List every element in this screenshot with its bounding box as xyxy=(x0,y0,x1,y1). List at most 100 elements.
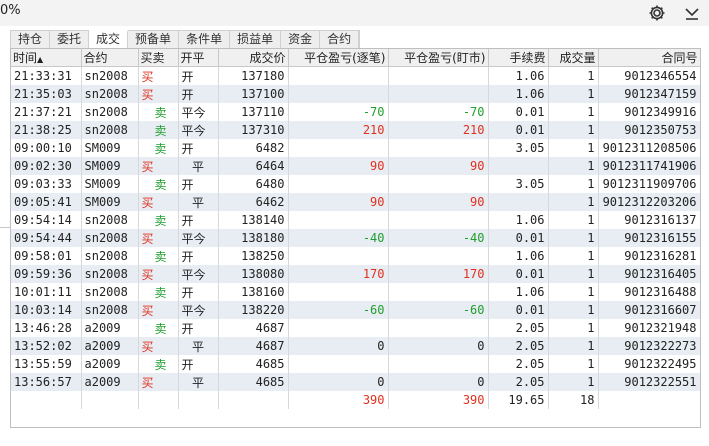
col-header-buy-sell[interactable]: 买卖 xyxy=(138,49,179,67)
col-header-pnl-mark[interactable]: 平仓盈亏(盯市) xyxy=(388,49,489,67)
cell-time: 09:02:30 xyxy=(11,157,82,175)
tab-bar: 持仓 委托 成交 预备单 条件单 损益单 资金 合约 xyxy=(10,30,361,49)
tab-positions[interactable]: 持仓 xyxy=(11,31,51,48)
cell-code: sn2008 xyxy=(81,85,139,103)
chevron-down-icon[interactable] xyxy=(683,4,701,22)
cell-pnl-trade: 0 xyxy=(288,373,389,391)
cell-qty: 1 xyxy=(548,319,599,337)
tab-funds[interactable]: 资金 xyxy=(281,31,321,48)
cell-time: 13:56:57 xyxy=(11,373,82,391)
table-row[interactable]: 13:56:57 a2009 买平 4685 0 0 2.05 1 9012322551 xyxy=(11,373,700,391)
cell-qty: 1 xyxy=(548,157,599,175)
col-header-contract-code[interactable]: 合约 xyxy=(81,49,139,67)
table-row[interactable]: 09:54:44 sn2008 买平今 138180 -40 -40 0.01 1 901231… xyxy=(11,229,700,247)
table-row[interactable]: 13:46:28 a2009 卖开 4687 2.05 1 9012321948 xyxy=(11,319,700,337)
cell-contract: 9012312203206 xyxy=(598,193,700,211)
cell-contract: 9012316405 xyxy=(598,265,700,283)
cell-price: 137110 xyxy=(218,103,289,121)
cell-pnl-mark xyxy=(388,66,489,85)
top-bar: 0% xyxy=(0,0,709,26)
table-row[interactable]: 13:55:59 a2009 卖开 4685 2.05 1 9012322495 xyxy=(11,355,700,373)
cell-dir: 卖 xyxy=(138,139,179,157)
table-row[interactable]: 13:52:02 a2009 买平 4687 0 0 2.05 1 9012322273 xyxy=(11,337,700,355)
col-header-open-close[interactable]: 开平 xyxy=(178,49,219,67)
cell-qty: 1 xyxy=(548,103,599,121)
cell-pnl-mark xyxy=(388,355,489,373)
table-row[interactable]: 21:38:25 sn2008 卖平今 137310 210 210 0.01 1 901235… xyxy=(11,121,700,139)
cell-time: 13:55:59 xyxy=(11,355,82,373)
col-header-contract-no[interactable]: 合同号 xyxy=(598,49,700,67)
cell-dir: 买 xyxy=(138,85,179,103)
cell-time: 10:01:11 xyxy=(11,283,82,301)
cell-pnl-mark: 90 xyxy=(388,193,489,211)
cell-oc: 平今 xyxy=(178,103,219,121)
cell-qty: 1 xyxy=(548,66,599,85)
table-row[interactable]: 09:03:33 SM009 卖开 6480 3.05 1 9012311909706 xyxy=(11,175,700,193)
table-row[interactable]: 09:05:41 SM009 买平 6462 90 90 1 9012312203206 xyxy=(11,193,700,211)
gear-icon[interactable] xyxy=(647,3,667,23)
cell-pnl-mark xyxy=(388,85,489,103)
cell-pnl-trade xyxy=(288,283,389,301)
cell-fee: 0.01 xyxy=(488,265,549,283)
cell-price: 6462 xyxy=(218,193,289,211)
cell-price: 137310 xyxy=(218,121,289,139)
cell-dir: 卖 xyxy=(138,211,179,229)
summary-row: 390 390 19.65 18 xyxy=(11,391,700,409)
cell-qty: 1 xyxy=(548,337,599,355)
cell-pnl-mark xyxy=(388,175,489,193)
table-row[interactable]: 09:02:30 SM009 买平 6464 90 90 1 9012311741906 xyxy=(11,157,700,175)
cell-time: 09:05:41 xyxy=(11,193,82,211)
cell-fee: 2.05 xyxy=(488,337,549,355)
tab-prepared-orders[interactable]: 预备单 xyxy=(128,31,180,48)
tab-conditional-orders[interactable]: 条件单 xyxy=(179,31,231,48)
table-row[interactable]: 09:58:01 sn2008 卖开 138250 1.06 1 9012316281 xyxy=(11,247,700,265)
col-header-qty[interactable]: 成交量 xyxy=(548,49,599,67)
tab-contracts[interactable]: 合约 xyxy=(320,31,360,48)
table-row[interactable]: 09:59:36 sn2008 买平今 138080 170 170 0.01 1 901231… xyxy=(11,265,700,283)
cell-dir: 卖 xyxy=(138,319,179,337)
cell-code: a2009 xyxy=(81,355,139,373)
trades-table[interactable]: 时间▲ 合约 买卖 开平 成交价 平仓盈亏(逐笔) 平仓盈亏(盯市) 手续费 成… xyxy=(10,48,701,428)
summary-empty-cell xyxy=(138,391,179,409)
cell-contract: 9012349916 xyxy=(598,103,700,121)
table-row[interactable]: 10:03:14 sn2008 买平今 138220 -60 -60 0.01 1 901231… xyxy=(11,301,700,319)
tab-orders[interactable]: 委托 xyxy=(50,31,90,48)
col-header-price[interactable]: 成交价 xyxy=(218,49,289,67)
summary-empty-cell xyxy=(81,391,139,409)
cell-qty: 1 xyxy=(548,85,599,103)
cell-time: 21:33:31 xyxy=(11,66,82,85)
col-header-pnl-trade[interactable]: 平仓盈亏(逐笔) xyxy=(288,49,389,67)
table-row[interactable]: 21:33:31 sn2008 买开 137180 1.06 1 9012346554 xyxy=(11,66,700,85)
cell-pnl-mark: 0 xyxy=(388,337,489,355)
cell-qty: 1 xyxy=(548,373,599,391)
table-row[interactable]: 10:01:11 sn2008 卖开 138160 1.06 1 9012316488 xyxy=(11,283,700,301)
cell-qty: 1 xyxy=(548,229,599,247)
cell-price: 138220 xyxy=(218,301,289,319)
tab-stop-orders[interactable]: 损益单 xyxy=(230,31,282,48)
col-header-fee[interactable]: 手续费 xyxy=(488,49,549,67)
cell-dir: 买 xyxy=(138,157,179,175)
col-header-time[interactable]: 时间▲ xyxy=(11,49,82,67)
window-title: 0% xyxy=(0,3,21,18)
cell-time: 09:59:36 xyxy=(11,265,82,283)
cell-pnl-trade xyxy=(288,85,389,103)
table-row[interactable]: 09:54:14 sn2008 卖开 138140 1.06 1 9012316137 xyxy=(11,211,700,229)
summary-qty: 18 xyxy=(548,391,599,409)
table-row[interactable]: 09:00:10 SM009 卖开 6482 3.05 1 9012311208506 xyxy=(11,139,700,157)
cell-contract: 9012350753 xyxy=(598,121,700,139)
cell-contract: 9012316607 xyxy=(598,301,700,319)
cell-qty: 1 xyxy=(548,355,599,373)
cell-oc: 平今 xyxy=(178,229,219,247)
cell-pnl-trade xyxy=(288,66,389,85)
cell-pnl-trade xyxy=(288,139,389,157)
cell-oc: 开 xyxy=(178,283,219,301)
side-divider xyxy=(0,227,10,228)
trades-grid: 时间▲ 合约 买卖 开平 成交价 平仓盈亏(逐笔) 平仓盈亏(盯市) 手续费 成… xyxy=(11,49,700,409)
cell-fee xyxy=(488,157,549,175)
table-row[interactable]: 21:37:21 sn2008 卖平今 137110 -70 -70 0.01 1 901234… xyxy=(11,103,700,121)
tab-trades[interactable]: 成交 xyxy=(89,30,129,49)
cell-code: sn2008 xyxy=(81,283,139,301)
cell-oc: 开 xyxy=(178,85,219,103)
cell-time: 09:54:44 xyxy=(11,229,82,247)
table-row[interactable]: 21:35:03 sn2008 买开 137100 1.06 1 9012347159 xyxy=(11,85,700,103)
